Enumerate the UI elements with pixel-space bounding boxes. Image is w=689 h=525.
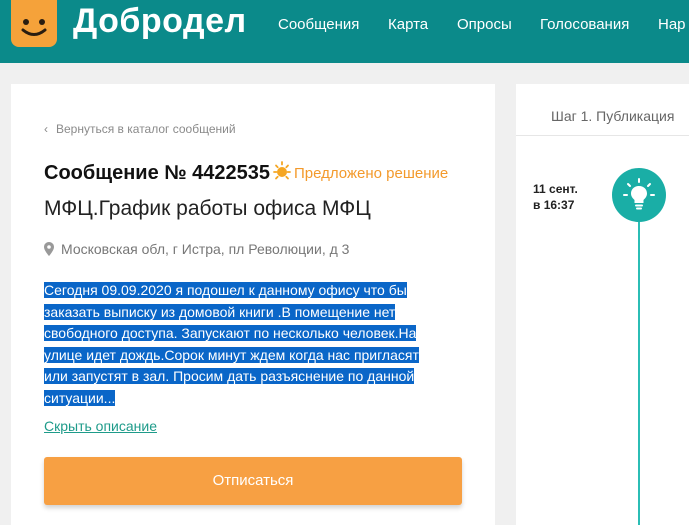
map-pin-icon [44,242,54,259]
nav-item-polls[interactable]: Опросы [457,16,512,33]
smiley-logo-icon[interactable] [11,0,57,47]
back-to-catalog-link[interactable]: ‹ Вернуться в каталог сообщений [44,122,236,136]
unsubscribe-button[interactable]: Отписаться [44,457,462,505]
nav-item-map[interactable]: Карта [388,16,428,33]
divider [516,135,689,136]
timeline-date-day: 11 сент. [533,182,578,196]
status-badge: Предложено решение [294,165,449,182]
nav-item-messages[interactable]: Сообщения [278,16,359,33]
address-text: Московская обл, г Истра, пл Революции, д… [61,241,350,257]
description-line: или запустят в зал. Просим дать разъясне… [44,368,415,385]
message-title: Сообщение № 4422535 [44,162,270,184]
sun-icon [271,160,293,187]
nav-item-votes[interactable]: Голосования [540,16,629,33]
back-link-label: Вернуться в каталог сообщений [56,122,236,136]
description-line: улице идет дождь.Сорок минут ждем когда … [44,346,419,363]
lightbulb-icon [612,168,666,222]
top-header: Добродел Сообщения Карта Опросы Голосова… [0,0,689,63]
hide-description-link[interactable]: Скрыть описание [44,418,157,434]
timeline-line [638,184,640,525]
message-description: Сегодня 09.09.2020 я подошел к данному о… [44,280,424,410]
message-title-line: Сообщение № 4422535 Предложено решение [44,160,448,187]
description-line: заказать выписку из домовой книги .В пом… [44,303,396,320]
message-subject: МФЦ.График работы офиса МФЦ [44,197,371,220]
description-line: свободного доступа. Запускают по несколь… [44,325,417,342]
message-card: ‹ Вернуться в каталог сообщений Сообщение… [11,84,495,525]
timeline-date-time: в 16:37 [533,198,575,212]
timeline-panel: Шаг 1. Публикация 11 сент. в 16:37 [516,84,689,525]
message-address: Московская обл, г Истра, пл Революции, д… [44,241,349,259]
brand-name[interactable]: Добродел [73,2,247,41]
nav-item-people[interactable]: Нар [658,16,686,33]
description-line: Сегодня 09.09.2020 я подошел к данному о… [44,282,407,298]
timeline-date: 11 сент. в 16:37 [533,181,578,213]
chevron-left-icon: ‹ [44,122,48,136]
description-line: ситуации... [44,389,116,406]
step-label[interactable]: Шаг 1. Публикация [551,108,674,124]
